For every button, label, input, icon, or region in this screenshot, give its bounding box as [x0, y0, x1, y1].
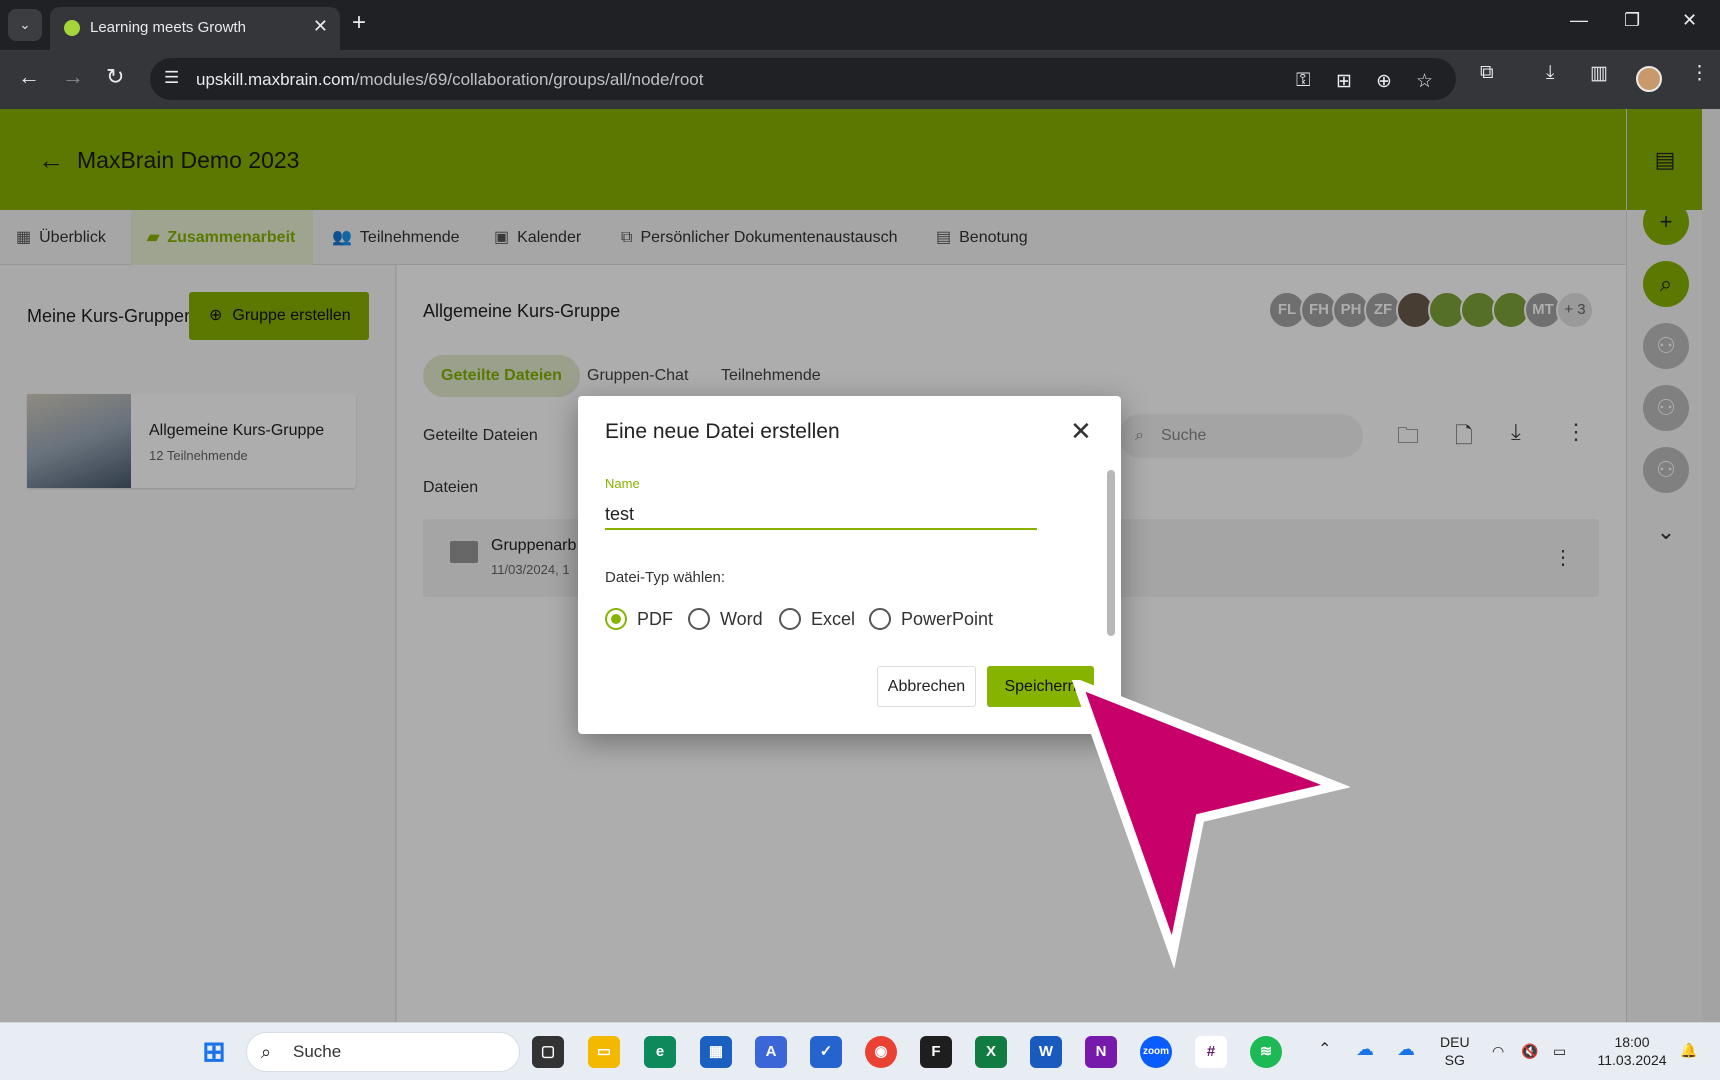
pointer-arrow-icon — [1071, 680, 1350, 969]
clock-date: 11.03.2024 — [1597, 1052, 1667, 1068]
volume-muted-icon[interactable]: 🔇 — [1521, 1042, 1538, 1060]
dialog-title: Eine neue Datei erstellen — [605, 420, 840, 443]
clock[interactable]: 18:00 11.03.2024 — [1592, 1033, 1672, 1069]
windows-taskbar: ⊞ ⌕ Suche ▢ ▭ e ▦ A ✓ ◉ F X W N zoom # ≋… — [0, 1022, 1720, 1080]
name-label: Name — [605, 476, 640, 491]
onenote-icon[interactable]: N — [1085, 1036, 1117, 1068]
zoom-icon[interactable]: ⊕ — [1376, 70, 1392, 93]
figma-icon[interactable]: F — [920, 1036, 952, 1068]
tab-close-icon[interactable]: ✕ — [313, 16, 328, 37]
language-indicator[interactable]: DEU SG — [1440, 1033, 1470, 1069]
slack-icon[interactable]: # — [1195, 1036, 1227, 1068]
tray-chevron-icon[interactable]: ⌃ — [1318, 1041, 1331, 1059]
region-code: SG — [1444, 1052, 1465, 1068]
onedrive-icon[interactable]: ☁ — [1356, 1040, 1374, 1058]
profile-avatar[interactable] — [1636, 66, 1662, 92]
battery-icon[interactable]: ▭ — [1553, 1042, 1566, 1060]
url-text: upskill.maxbrain.com/modules/69/collabor… — [196, 70, 703, 90]
windows-start-icon[interactable]: ⊞ — [198, 1036, 230, 1068]
zoom-icon[interactable]: zoom — [1140, 1036, 1172, 1068]
radio-label: PDF — [637, 609, 673, 629]
browser-tab[interactable]: Learning meets Growth ✕ — [50, 7, 340, 50]
tab-title: Learning meets Growth — [90, 19, 246, 36]
search-icon: ⌕ — [261, 1042, 272, 1062]
translate-icon[interactable]: ⊞ — [1336, 70, 1352, 93]
download-icon[interactable]: ⤓ — [1546, 62, 1554, 84]
wifi-icon[interactable]: ◠ — [1492, 1042, 1504, 1060]
menu-dots-icon[interactable]: ⋮ — [1690, 62, 1709, 85]
spotify-icon[interactable]: ≋ — [1250, 1036, 1282, 1068]
onedrive-icon[interactable]: ☁ — [1397, 1040, 1415, 1058]
password-key-icon[interactable]: ⚿ — [1296, 70, 1310, 92]
file-type-label: Datei-Typ wählen: — [605, 569, 726, 586]
tab-search-dropdown-icon[interactable]: ⌄ — [8, 9, 42, 41]
browser-tab-bar: ⌄ Learning meets Growth ✕ + — ❐ ✕ — [0, 0, 1720, 50]
side-panel-icon[interactable]: ▥ — [1590, 62, 1608, 85]
todo-icon[interactable]: ✓ — [810, 1036, 842, 1068]
close-icon[interactable]: ✕ — [1070, 416, 1092, 447]
minimize-icon[interactable]: — — [1570, 10, 1588, 31]
radio-circle — [605, 608, 627, 630]
radio-label: Excel — [811, 609, 856, 629]
file-name-input[interactable] — [605, 500, 1037, 530]
radio-label: PowerPoint — [901, 609, 994, 629]
radio-circle — [779, 608, 801, 630]
back-icon[interactable]: ← — [18, 64, 40, 90]
bookmark-star-icon[interactable]: ☆ — [1416, 70, 1433, 93]
address-bar[interactable]: ☰ upskill.maxbrain.com/modules/69/collab… — [150, 58, 1456, 100]
radio-circle — [869, 608, 891, 630]
reload-icon[interactable]: ↻ — [106, 64, 124, 90]
browser-toolbar: ← → ↻ ☰ upskill.maxbrain.com/modules/69/… — [0, 50, 1720, 109]
radio-label: Word — [720, 609, 763, 629]
file-explorer-icon[interactable]: ▭ — [588, 1036, 620, 1068]
create-file-dialog: Eine neue Datei erstellen ✕ Name Datei-T… — [578, 396, 1121, 734]
extensions-icon[interactable]: ⧉ — [1480, 62, 1494, 84]
taskbar-search-label: Suche — [293, 1042, 342, 1061]
notification-bell-icon[interactable]: 🔔 — [1680, 1041, 1697, 1059]
site-favicon-icon — [64, 20, 80, 36]
app-icon[interactable]: A — [755, 1036, 787, 1068]
excel-icon[interactable]: X — [975, 1036, 1007, 1068]
forward-icon[interactable]: → — [62, 64, 84, 90]
cancel-button[interactable]: Abbrechen — [877, 666, 976, 707]
word-icon[interactable]: W — [1030, 1036, 1062, 1068]
dialog-scrollbar[interactable] — [1107, 470, 1115, 636]
clock-time: 18:00 — [1614, 1034, 1650, 1050]
radio-circle — [688, 608, 710, 630]
url-host: upskill.maxbrain.com — [196, 70, 355, 89]
taskbar-search[interactable]: ⌕ Suche — [246, 1032, 520, 1072]
restore-icon[interactable]: ❐ — [1624, 10, 1640, 31]
url-path: /modules/69/collaboration/groups/all/nod… — [354, 70, 704, 89]
task-view-icon[interactable]: ▢ — [532, 1036, 564, 1068]
site-settings-icon[interactable]: ☰ — [164, 68, 179, 88]
lang-code: DEU — [1440, 1034, 1470, 1050]
window-close-icon[interactable]: ✕ — [1682, 10, 1697, 31]
new-tab-icon[interactable]: + — [352, 9, 366, 37]
store-icon[interactable]: ▦ — [700, 1036, 732, 1068]
edge-icon[interactable]: e — [644, 1036, 676, 1068]
chrome-icon[interactable]: ◉ — [865, 1036, 897, 1068]
